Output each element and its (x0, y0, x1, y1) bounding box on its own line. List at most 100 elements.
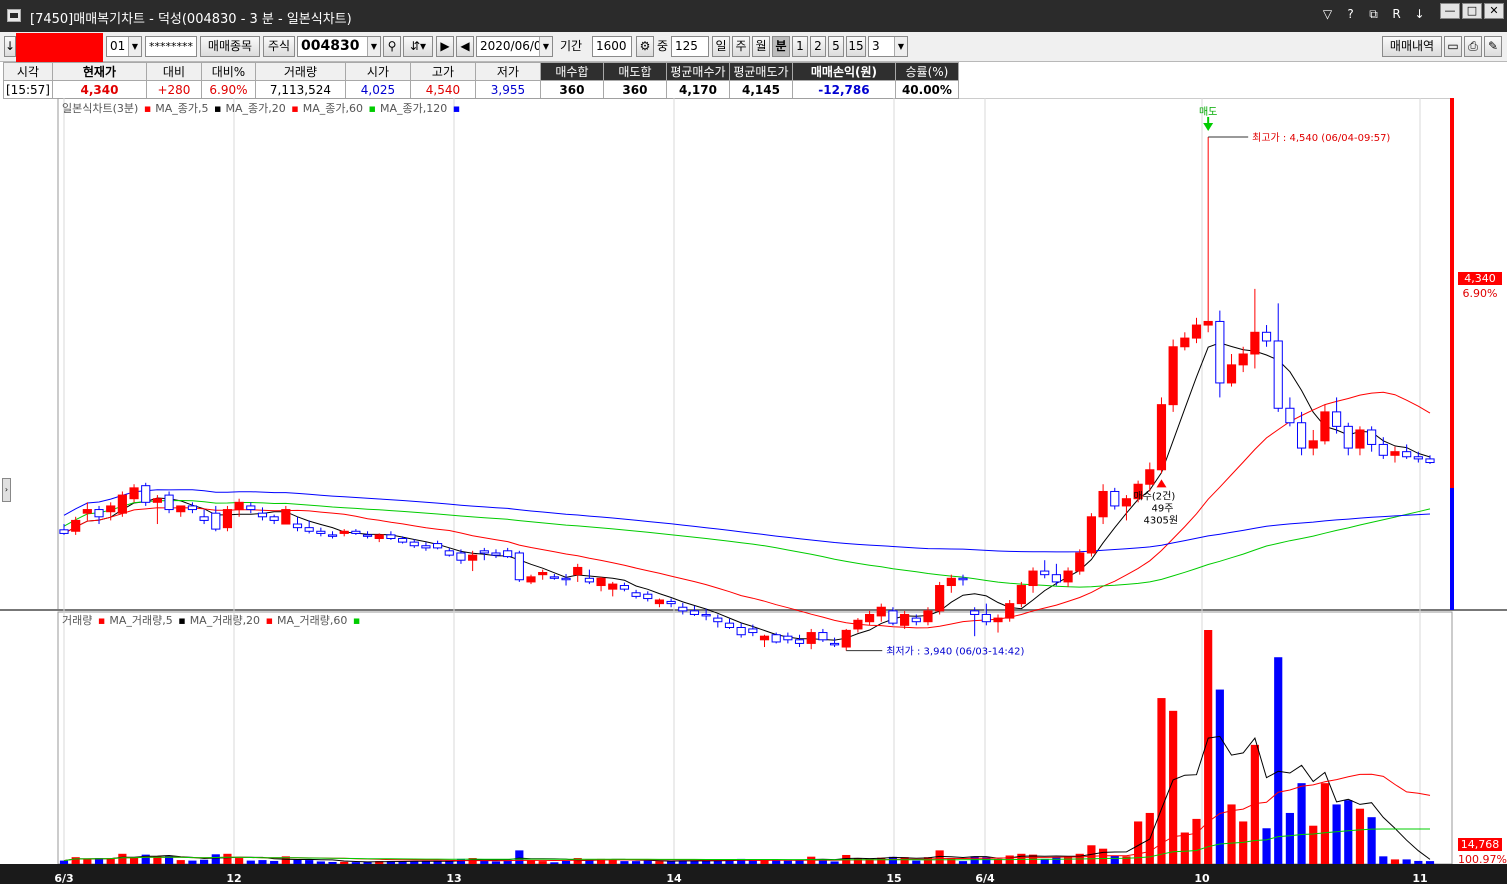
candle (1413, 456, 1423, 460)
interval-week-button[interactable]: 주 (732, 36, 750, 57)
candle (117, 494, 127, 514)
candle (1191, 324, 1202, 339)
candle (433, 543, 443, 549)
candle (152, 498, 162, 503)
account-number-redacted[interactable] (16, 33, 103, 62)
interval-15-button[interactable]: 15 (846, 36, 866, 57)
chart-area[interactable]: 6/3 12 13 14 15 6/4 10 11 최고가 : 4,540 (06/04-09:… (0, 98, 1507, 884)
volume-bar (59, 860, 69, 864)
candle (666, 600, 676, 605)
settings-icon[interactable]: ⚙ (636, 36, 654, 57)
ma120-line (63, 489, 1431, 553)
volume-bar (1180, 832, 1189, 864)
volume-bar (211, 854, 220, 864)
header-low: 저가 (474, 62, 541, 81)
value-low: 3,955 (474, 80, 541, 99)
volume-bar (351, 862, 360, 864)
candle (643, 593, 653, 600)
wrench-icon[interactable]: ✎ (1484, 36, 1502, 57)
date-picker[interactable]: 2020/06/04 ▼ (476, 36, 553, 57)
count-input[interactable]: 125 (671, 36, 709, 57)
candle (141, 485, 151, 503)
password-field[interactable]: ******** (145, 36, 197, 57)
folder-icon[interactable]: ▭ (1444, 36, 1462, 57)
arrow-down-button[interactable]: ↓ (4, 36, 16, 57)
vma60-line (63, 828, 1430, 862)
candle (1051, 574, 1061, 583)
candle (409, 541, 419, 547)
candle (444, 550, 454, 556)
volume-bar (748, 860, 757, 864)
candle (1343, 425, 1353, 449)
interval-minute-button[interactable]: 분 (772, 36, 790, 57)
value-high: 4,540 (409, 80, 476, 99)
link-icon[interactable]: ⧉ (1366, 7, 1381, 22)
search-icon[interactable]: ⚲ (383, 36, 401, 57)
candle (1110, 490, 1120, 507)
buy-quantity: 49주 (1151, 503, 1173, 514)
minimize-button[interactable]: — (1440, 3, 1460, 19)
ma60-line (63, 499, 1431, 588)
print-icon[interactable]: ⎙ (1464, 36, 1482, 57)
candle (748, 628, 758, 634)
header-sell-total: 매도합 (602, 62, 667, 81)
close-button[interactable]: ✕ (1484, 3, 1504, 19)
account-suffix-value: 01 (110, 39, 126, 53)
play-back-icon[interactable]: ◀ (456, 36, 474, 57)
volume-bar (947, 858, 956, 864)
current-volume-tag: 14,768 (1458, 838, 1502, 851)
volume-bar (655, 861, 664, 864)
volume-bar (1157, 698, 1166, 864)
candle (1261, 331, 1272, 342)
candle (549, 576, 559, 579)
pin-icon[interactable]: ↓ (1412, 7, 1427, 22)
volume-bar (643, 860, 652, 864)
candle (724, 622, 735, 628)
candle (246, 505, 256, 511)
interval-month-button[interactable]: 월 (752, 36, 770, 57)
candle (1028, 570, 1038, 587)
question-icon[interactable]: ? (1343, 7, 1358, 22)
side-panel-toggle[interactable]: › (2, 478, 11, 502)
stock-code-input[interactable]: 004830 ▼ (297, 36, 381, 57)
candle (257, 512, 268, 518)
candle (1238, 353, 1248, 366)
account-suffix-select[interactable]: 01 ▼ (106, 36, 142, 57)
trade-history-button[interactable]: 매매내역 (1382, 36, 1442, 57)
header-current-price: 현재가 (51, 62, 147, 81)
sort-icon[interactable]: ⇵▾ (403, 36, 433, 57)
refresh-icon[interactable]: R (1389, 7, 1404, 22)
volume-bar (1390, 859, 1400, 864)
maximize-button[interactable]: □ (1462, 3, 1482, 19)
time-label: 12 (226, 872, 241, 884)
market-select[interactable]: 주식 (263, 36, 295, 57)
interval-2-button[interactable]: 2 (810, 36, 826, 57)
ma5-line (63, 342, 1431, 641)
help-icon[interactable]: ▽ (1320, 7, 1335, 22)
candle (1156, 404, 1167, 471)
candle (1273, 340, 1283, 409)
candle (970, 610, 980, 615)
period-input[interactable]: 1600 (592, 36, 632, 57)
header-buy-total: 매수합 (539, 62, 604, 81)
time-label: 6/4 (975, 872, 995, 884)
interval-day-button[interactable]: 일 (712, 36, 730, 57)
value-avg-sell: 4,145 (728, 80, 793, 99)
trade-items-button[interactable]: 매매종목 (200, 36, 260, 57)
buy-price: 4305원 (1143, 514, 1178, 526)
interval-1-button[interactable]: 1 (792, 36, 808, 57)
candle (794, 639, 805, 644)
candle (304, 527, 314, 532)
candle (736, 626, 746, 636)
minute-select[interactable]: 3 ▼ (868, 36, 908, 57)
volume-bar (1063, 856, 1073, 864)
candle (841, 629, 851, 648)
interval-5-button[interactable]: 5 (828, 36, 844, 57)
volume-bar (538, 861, 547, 864)
candle (713, 617, 723, 623)
current-change-tag: 6.90% (1462, 287, 1498, 300)
candle (106, 505, 116, 513)
chart-canvas[interactable]: 6/3 12 13 14 15 6/4 10 11 최고가 : 4,540 (06/04-09:… (0, 98, 1507, 884)
volume-bar (328, 861, 337, 864)
play-forward-icon[interactable]: ▶ (436, 36, 454, 57)
